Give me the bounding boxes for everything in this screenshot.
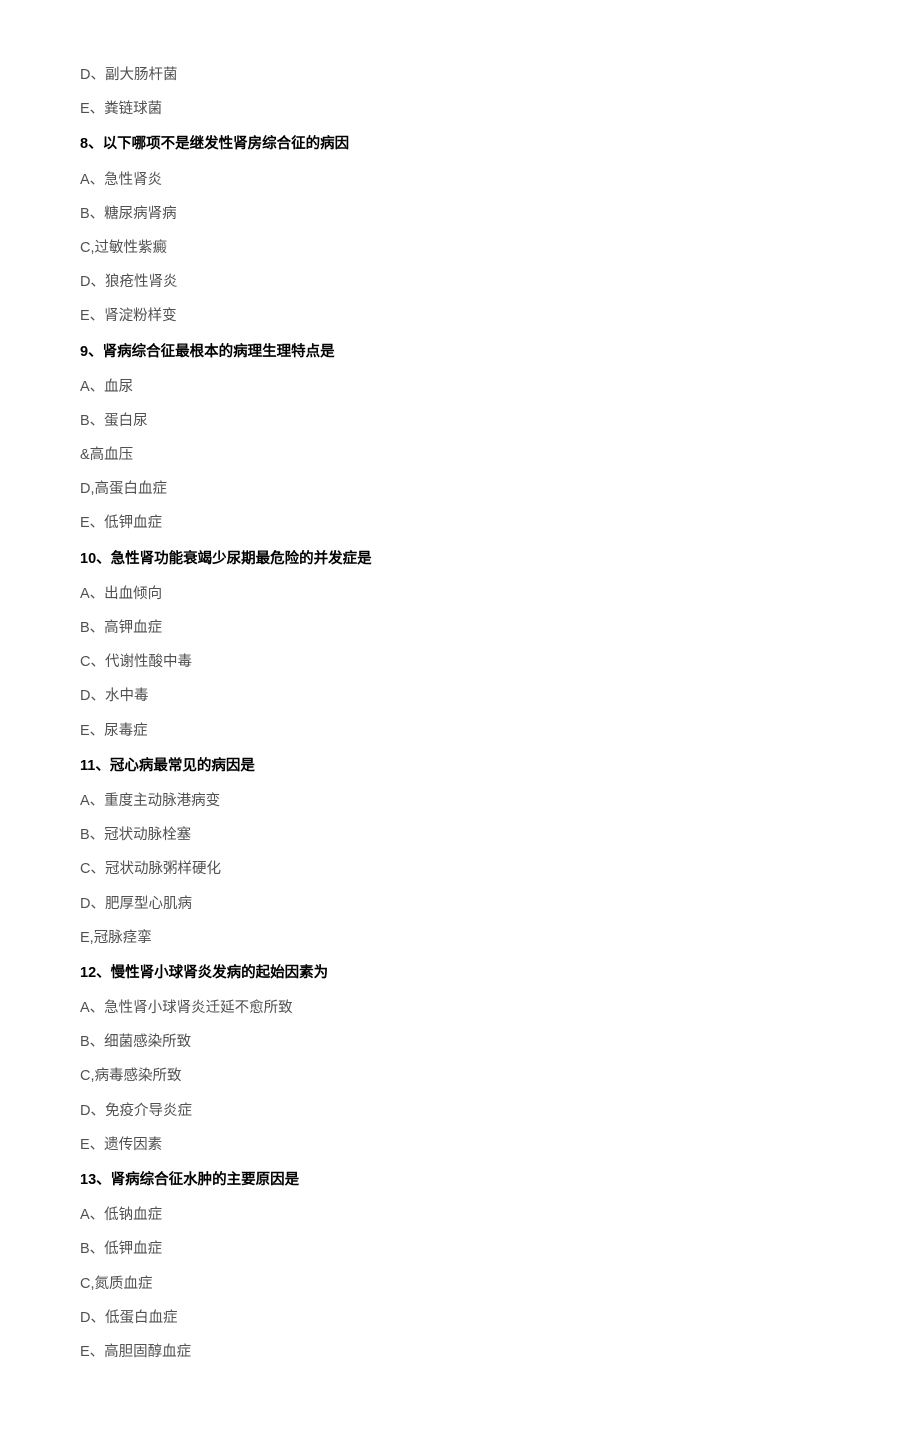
question-text: 13、肾病综合征水肿的主要原因是 (80, 1169, 840, 1192)
answer-option: D、肥厚型心肌病 (80, 893, 840, 916)
question-text: 12、慢性肾小球肾炎发病的起始因素为 (80, 962, 840, 985)
answer-option: B、低钾血症 (80, 1238, 840, 1261)
answer-option: E、低钾血症 (80, 512, 840, 535)
answer-option: E、遗传因素 (80, 1134, 840, 1157)
answer-option: D、狼疮性肾炎 (80, 271, 840, 294)
answer-option: B、糖尿病肾病 (80, 203, 840, 226)
question-text: 9、肾病综合征最根本的病理生理特点是 (80, 341, 840, 364)
answer-option: B、冠状动脉栓塞 (80, 824, 840, 847)
answer-option: A、急性肾炎 (80, 169, 840, 192)
answer-option: D、免疫介导炎症 (80, 1100, 840, 1123)
answer-option: C、冠状动脉粥样硬化 (80, 858, 840, 881)
answer-option: &高血压 (80, 444, 840, 467)
answer-option: D、水中毒 (80, 685, 840, 708)
answer-option: C、代谢性酸中毒 (80, 651, 840, 674)
question-text: 11、冠心病最常见的病因是 (80, 755, 840, 778)
answer-option: B、高钾血症 (80, 617, 840, 640)
answer-option: D,高蛋白血症 (80, 478, 840, 501)
answer-option: E,冠脉痉挛 (80, 927, 840, 950)
question-text: 8、以下哪项不是继发性肾房综合征的病因 (80, 133, 840, 156)
answer-option: B、细菌感染所致 (80, 1031, 840, 1054)
answer-option: A、血尿 (80, 376, 840, 399)
question-text: 10、急性肾功能衰竭少尿期最危险的并发症是 (80, 548, 840, 571)
answer-option: D、低蛋白血症 (80, 1307, 840, 1330)
answer-option: A、低钠血症 (80, 1204, 840, 1227)
answer-option: E、肾淀粉样变 (80, 305, 840, 328)
leading-option: D、副大肠杆菌 (80, 64, 840, 87)
document-content: D、副大肠杆菌 E、粪链球菌 8、以下哪项不是继发性肾房综合征的病因 A、急性肾… (80, 64, 840, 1364)
answer-option: A、重度主动脉港病变 (80, 790, 840, 813)
answer-option: E、尿毒症 (80, 720, 840, 743)
answer-option: C,过敏性紫癜 (80, 237, 840, 260)
answer-option: B、蛋白尿 (80, 410, 840, 433)
answer-option: E、高胆固醇血症 (80, 1341, 840, 1364)
answer-option: A、出血倾向 (80, 583, 840, 606)
answer-option: A、急性肾小球肾炎迁延不愈所致 (80, 997, 840, 1020)
answer-option: C,氮质血症 (80, 1273, 840, 1296)
answer-option: C,病毒感染所致 (80, 1065, 840, 1088)
leading-option: E、粪链球菌 (80, 98, 840, 121)
